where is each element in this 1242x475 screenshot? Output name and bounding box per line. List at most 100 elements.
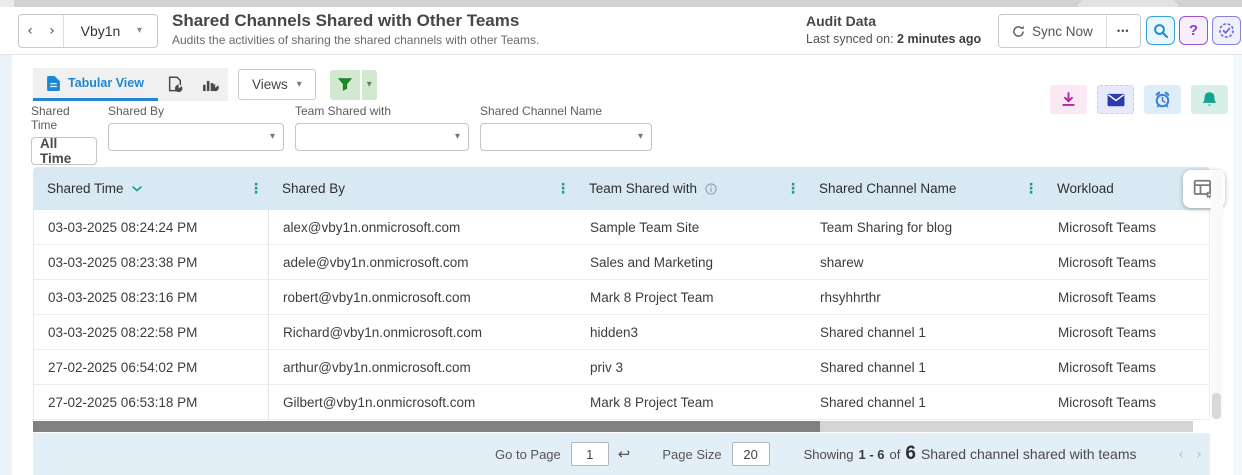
cell-team-shared-with: Sample Team Site	[590, 219, 700, 235]
page-size-label: Page Size	[662, 446, 722, 462]
page-title: Shared Channels Shared with Other Teams	[172, 11, 520, 30]
next-page-icon[interactable]: ›	[1196, 446, 1202, 462]
audit-table: Shared Time ⋮ Shared By ⋮ Team Shared wi…	[33, 167, 1225, 420]
filter-team-shared-with-label: Team Shared with	[295, 104, 392, 118]
filter-options-button[interactable]: ▾	[359, 69, 377, 100]
ellipsis-icon: •••	[1117, 26, 1130, 36]
horizontal-scrollbar[interactable]	[33, 421, 1193, 432]
filter-shared-time-control[interactable]: All Time	[31, 136, 97, 166]
forward-arrow-icon[interactable]: ›	[41, 24, 63, 38]
goto-page-input[interactable]	[570, 442, 609, 466]
pager-arrows: ‹ ›	[1178, 446, 1202, 462]
title-block: Shared Channels Shared with Other Teams …	[172, 11, 539, 47]
audit-history-button[interactable]	[1212, 16, 1241, 45]
action-icons	[1050, 85, 1228, 114]
go-return-icon[interactable]: ↩	[618, 446, 631, 462]
showing-prefix: Showing	[803, 447, 854, 462]
vertical-scrollbar[interactable]	[1211, 170, 1223, 420]
cell-workload: Microsoft Teams	[1058, 254, 1157, 270]
chevron-down-icon: ▾	[366, 78, 372, 90]
org-name[interactable]: Vby1n	[64, 23, 137, 39]
org-selector[interactable]: ‹ › Vby1n ▾	[18, 14, 158, 48]
column-label: Team Shared with	[589, 181, 698, 196]
filter-shared-by-select[interactable]: ▾	[108, 123, 284, 151]
table-row[interactable]: 03-03-2025 08:23:16 PM robert@vby1n.onmi…	[34, 280, 1209, 315]
filter-shared-channel-name-select[interactable]: ▾	[480, 123, 652, 151]
left-edge-strip	[0, 55, 12, 475]
column-header-shared-by[interactable]: Shared By ⋮	[268, 167, 575, 210]
cell-workload: Microsoft Teams	[1058, 219, 1157, 235]
sync-button-group: Sync Now •••	[998, 14, 1141, 48]
filter-shared-time: Shared Time All Time	[31, 104, 97, 166]
views-label: Views	[251, 77, 288, 92]
column-header-team-shared-with[interactable]: Team Shared with ⋮	[575, 167, 805, 210]
tab-graphical-view[interactable]	[193, 68, 228, 101]
filter-funnel-icon	[337, 78, 352, 91]
cell-shared-time: 03-03-2025 08:22:58 PM	[34, 315, 269, 349]
bar-chart-icon	[203, 80, 219, 92]
chevron-down-icon[interactable]: ▾	[137, 26, 157, 36]
cell-shared-by: Gilbert@vby1n.onmicrosoft.com	[283, 394, 476, 410]
tab-tabular-view[interactable]: Tabular View	[33, 68, 158, 101]
audit-data-block: Audit Data Last synced on: 2 minutes ago	[806, 13, 981, 46]
email-button[interactable]	[1097, 85, 1134, 114]
table-row[interactable]: 27-02-2025 06:53:18 PM Gilbert@vby1n.onm…	[34, 385, 1209, 420]
help-button[interactable]: ?	[1179, 16, 1208, 45]
filter-team-shared-with: Team Shared with ▾	[295, 104, 469, 151]
window-top-strip	[0, 0, 1242, 7]
pagination-bar: Go to Page ↩ Page Size Showing 1 - 6 of …	[33, 433, 1210, 475]
table-header-row: Shared Time ⋮ Shared By ⋮ Team Shared wi…	[33, 167, 1225, 210]
chevron-down-icon: ▾	[269, 131, 275, 142]
search-icon	[1153, 23, 1168, 38]
search-button[interactable]	[1146, 16, 1175, 45]
filter-split-button: ▾	[329, 69, 377, 100]
table-row[interactable]: 03-03-2025 08:22:58 PM Richard@vby1n.onm…	[34, 315, 1209, 350]
filter-button[interactable]	[329, 69, 360, 100]
sort-desc-icon[interactable]	[131, 185, 142, 192]
showing-summary: Showing 1 - 6 of 6 Shared channel shared…	[804, 443, 1137, 465]
more-options-button[interactable]: •••	[1105, 15, 1140, 47]
tab-summary-view[interactable]	[158, 68, 193, 101]
column-header-shared-channel-name[interactable]: Shared Channel Name ⋮	[805, 167, 1043, 210]
cell-shared-time: 03-03-2025 08:24:24 PM	[34, 210, 269, 244]
table-row[interactable]: 03-03-2025 08:24:24 PM alex@vby1n.onmicr…	[34, 210, 1209, 245]
back-arrow-icon[interactable]: ‹	[19, 24, 41, 38]
column-label: Shared Channel Name	[819, 181, 957, 196]
column-header-shared-time[interactable]: Shared Time ⋮	[33, 167, 268, 210]
info-icon[interactable]	[705, 182, 717, 195]
table-row[interactable]: 03-03-2025 08:23:38 PM adele@vby1n.onmic…	[34, 245, 1209, 280]
views-dropdown-button[interactable]: Views ▾	[237, 69, 316, 100]
cell-team-shared-with: Mark 8 Project Team	[590, 289, 714, 305]
column-menu-icon[interactable]: ⋮	[786, 182, 800, 196]
alerts-button[interactable]	[1191, 85, 1228, 114]
utility-icons: ?	[1146, 16, 1241, 45]
right-edge-strip	[1233, 55, 1242, 475]
cell-shared-by: robert@vby1n.onmicrosoft.com	[283, 289, 471, 305]
cell-team-shared-with: hidden3	[590, 324, 639, 340]
prev-page-icon[interactable]: ‹	[1178, 446, 1184, 462]
cell-team-shared-with: Sales and Marketing	[590, 254, 714, 270]
window-tab-left	[0, 0, 14, 7]
cell-shared-by: alex@vby1n.onmicrosoft.com	[283, 219, 461, 235]
column-menu-icon[interactable]: ⋮	[1024, 182, 1038, 196]
schedule-button[interactable]	[1144, 85, 1181, 114]
column-label: Shared Time	[47, 181, 124, 196]
view-toolbar: Tabular View Views ▾ ▾	[33, 68, 377, 101]
horizontal-scrollbar-thumb[interactable]	[33, 421, 820, 432]
filter-shared-channel-name-label: Shared Channel Name	[480, 104, 603, 118]
column-menu-icon[interactable]: ⋮	[249, 182, 263, 196]
filter-team-shared-with-select[interactable]: ▾	[295, 123, 469, 151]
sync-now-button[interactable]: Sync Now	[999, 15, 1106, 47]
cell-team-shared-with: Mark 8 Project Team	[590, 394, 714, 410]
question-mark-icon: ?	[1188, 22, 1199, 39]
last-synced-prefix: Last synced on:	[806, 32, 894, 46]
showing-range: 1 - 6	[858, 447, 885, 462]
table-row[interactable]: 27-02-2025 06:54:02 PM arthur@vby1n.onmi…	[34, 350, 1209, 385]
vertical-scrollbar-thumb[interactable]	[1212, 393, 1221, 419]
download-button[interactable]	[1050, 85, 1087, 114]
top-header-bar: ‹ › Vby1n ▾ Shared Channels Shared with …	[0, 7, 1242, 55]
page-size-input[interactable]	[731, 442, 770, 466]
cell-shared-by: arthur@vby1n.onmicrosoft.com	[283, 359, 471, 375]
column-menu-icon[interactable]: ⋮	[556, 182, 570, 196]
cell-workload: Microsoft Teams	[1058, 324, 1157, 340]
